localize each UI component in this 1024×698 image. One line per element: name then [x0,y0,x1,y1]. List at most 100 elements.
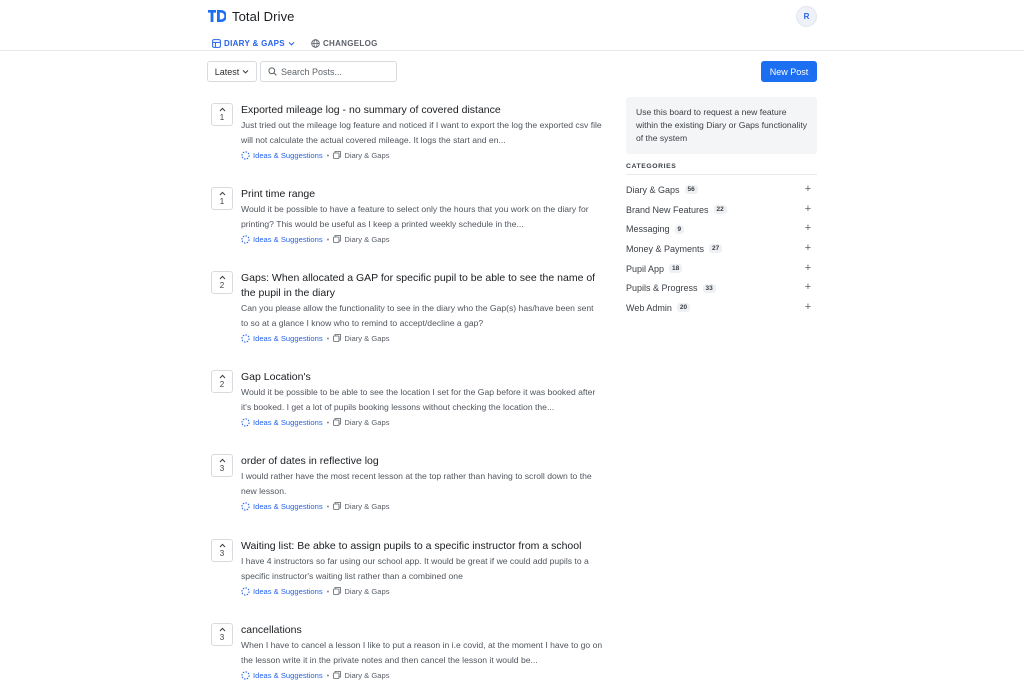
upvote-button[interactable]: 1 [211,103,233,126]
category-item-money-payments[interactable]: Money & Payments 27 + [626,239,817,259]
post-category[interactable]: Ideas & Suggestions [241,235,323,244]
meta-separator: • [326,417,330,427]
tab-changelog[interactable]: CHANGELOG [311,35,378,51]
sort-label: Latest [214,66,240,77]
post-category[interactable]: Ideas & Suggestions [241,334,323,343]
upvote-button[interactable]: 2 [211,271,233,294]
chevron-up-icon [219,275,226,280]
plus-icon[interactable]: + [803,242,813,254]
board-icon [333,235,342,243]
board-icon [212,38,221,48]
post-body: Print time range Would it be possible to… [241,187,603,245]
search-box[interactable] [260,61,397,82]
dashed-circle-icon [241,417,250,427]
upvote-button[interactable]: 3 [211,539,233,562]
post-category[interactable]: Ideas & Suggestions [241,151,323,160]
post-board[interactable]: Diary & Gaps [333,333,390,343]
post-board[interactable]: Diary & Gaps [333,418,390,427]
post-board[interactable]: Diary & Gaps [333,587,390,596]
category-item-pupil-app[interactable]: Pupil App 18 + [626,259,817,279]
category-item-messaging[interactable]: Messaging 9 + [626,219,817,239]
post-body: Exported mileage log - no summary of cov… [241,103,603,161]
post-board[interactable]: Diary & Gaps [333,151,390,160]
board-icon [333,418,342,426]
brand[interactable]: Total Drive [208,7,295,25]
chevron-up-icon [219,543,226,548]
meta-separator: • [326,234,330,244]
post-category[interactable]: Ideas & Suggestions [241,671,323,680]
category-count-badge: 9 [674,224,685,234]
board-icon [333,671,342,679]
category-label: Ideas & Suggestions [253,150,323,160]
post-body: order of dates in reflective log I would… [241,454,603,512]
post-title[interactable]: Gaps: When allocated a GAP for specific … [241,271,603,301]
category-item-diary-gaps[interactable]: Diary & Gaps 56 + [626,180,817,200]
post-body: cancellations When I have to cancel a le… [241,623,603,681]
post-meta: Ideas & Suggestions • Diary & Gaps [241,233,603,245]
plus-icon[interactable]: + [803,281,813,293]
new-post-button[interactable]: New Post [761,61,817,82]
post-board[interactable]: Diary & Gaps [333,671,390,680]
board-icon [333,334,342,342]
plus-icon[interactable]: + [803,301,813,313]
meta-separator: • [326,586,330,596]
post-title[interactable]: Waiting list: Be abke to assign pupils t… [241,539,603,554]
category-name: Brand New Features [626,204,709,215]
board-tabs: DIARY & GAPS CHANGELOG [212,35,394,51]
plus-icon[interactable]: + [803,203,813,215]
dashed-circle-icon [241,501,250,511]
plus-icon[interactable]: + [803,222,813,234]
post-title[interactable]: Print time range [241,187,603,202]
post-meta: Ideas & Suggestions • Diary & Gaps [241,669,603,681]
user-avatar[interactable]: R [796,6,817,27]
category-count-badge: 33 [702,283,716,293]
post-category[interactable]: Ideas & Suggestions [241,418,323,427]
category-label: Ideas & Suggestions [253,586,323,596]
post-title[interactable]: Gap Location's [241,370,603,385]
upvote-button[interactable]: 1 [211,187,233,210]
meta-separator: • [326,501,330,511]
category-label: Ideas & Suggestions [253,234,323,244]
category-name: Messaging [626,224,670,235]
post-body: Waiting list: Be abke to assign pupils t… [241,539,603,597]
post-category[interactable]: Ideas & Suggestions [241,502,323,511]
tab-diary-gaps[interactable]: DIARY & GAPS [212,35,295,51]
sort-dropdown[interactable]: Latest [207,61,257,82]
post-board[interactable]: Diary & Gaps [333,502,390,511]
upvote-button[interactable]: 2 [211,370,233,393]
tab-label: DIARY & GAPS [224,38,285,48]
plus-icon[interactable]: + [803,183,813,195]
post-meta: Ideas & Suggestions • Diary & Gaps [241,149,603,161]
post-board[interactable]: Diary & Gaps [333,234,390,244]
dashed-circle-icon [241,234,250,244]
category-name: Money & Payments [626,243,705,254]
category-item-brand-new-features[interactable]: Brand New Features 22 + [626,200,817,220]
post-title[interactable]: Exported mileage log - no summary of cov… [241,103,603,118]
board-icon [333,587,342,595]
vote-count: 1 [219,113,225,122]
post-meta: Ideas & Suggestions • Diary & Gaps [241,585,603,597]
vote-count: 2 [219,281,225,290]
upvote-button[interactable]: 3 [211,623,233,646]
upvote-button[interactable]: 3 [211,454,233,477]
category-item-pupils-progress[interactable]: Pupils & Progress 33 + [626,278,817,298]
top-header: Total Drive R DIARY & GAPS CHANGELOG [0,0,1024,51]
post-title[interactable]: order of dates in reflective log [241,454,603,469]
board-label: Diary & Gaps [344,333,390,343]
category-list: Diary & Gaps 56 + Brand New Features 22 … [626,180,817,318]
category-item-web-admin[interactable]: Web Admin 20 + [626,298,817,318]
board-label: Diary & Gaps [344,234,390,244]
search-input[interactable] [281,66,391,77]
post-category[interactable]: Ideas & Suggestions [241,587,323,596]
category-name: Pupil App [626,263,665,274]
post-title[interactable]: cancellations [241,623,603,638]
plus-icon[interactable]: + [803,262,813,274]
category-count-badge: 22 [713,205,727,215]
post-description: When I have to cancel a lesson I like to… [241,640,603,665]
category-name: Web Admin [626,302,672,313]
divider [626,174,817,175]
vote-count: 3 [219,633,225,642]
globe-icon [311,38,320,48]
category-count-badge: 20 [676,303,691,313]
app-name: Total Drive [232,8,295,24]
